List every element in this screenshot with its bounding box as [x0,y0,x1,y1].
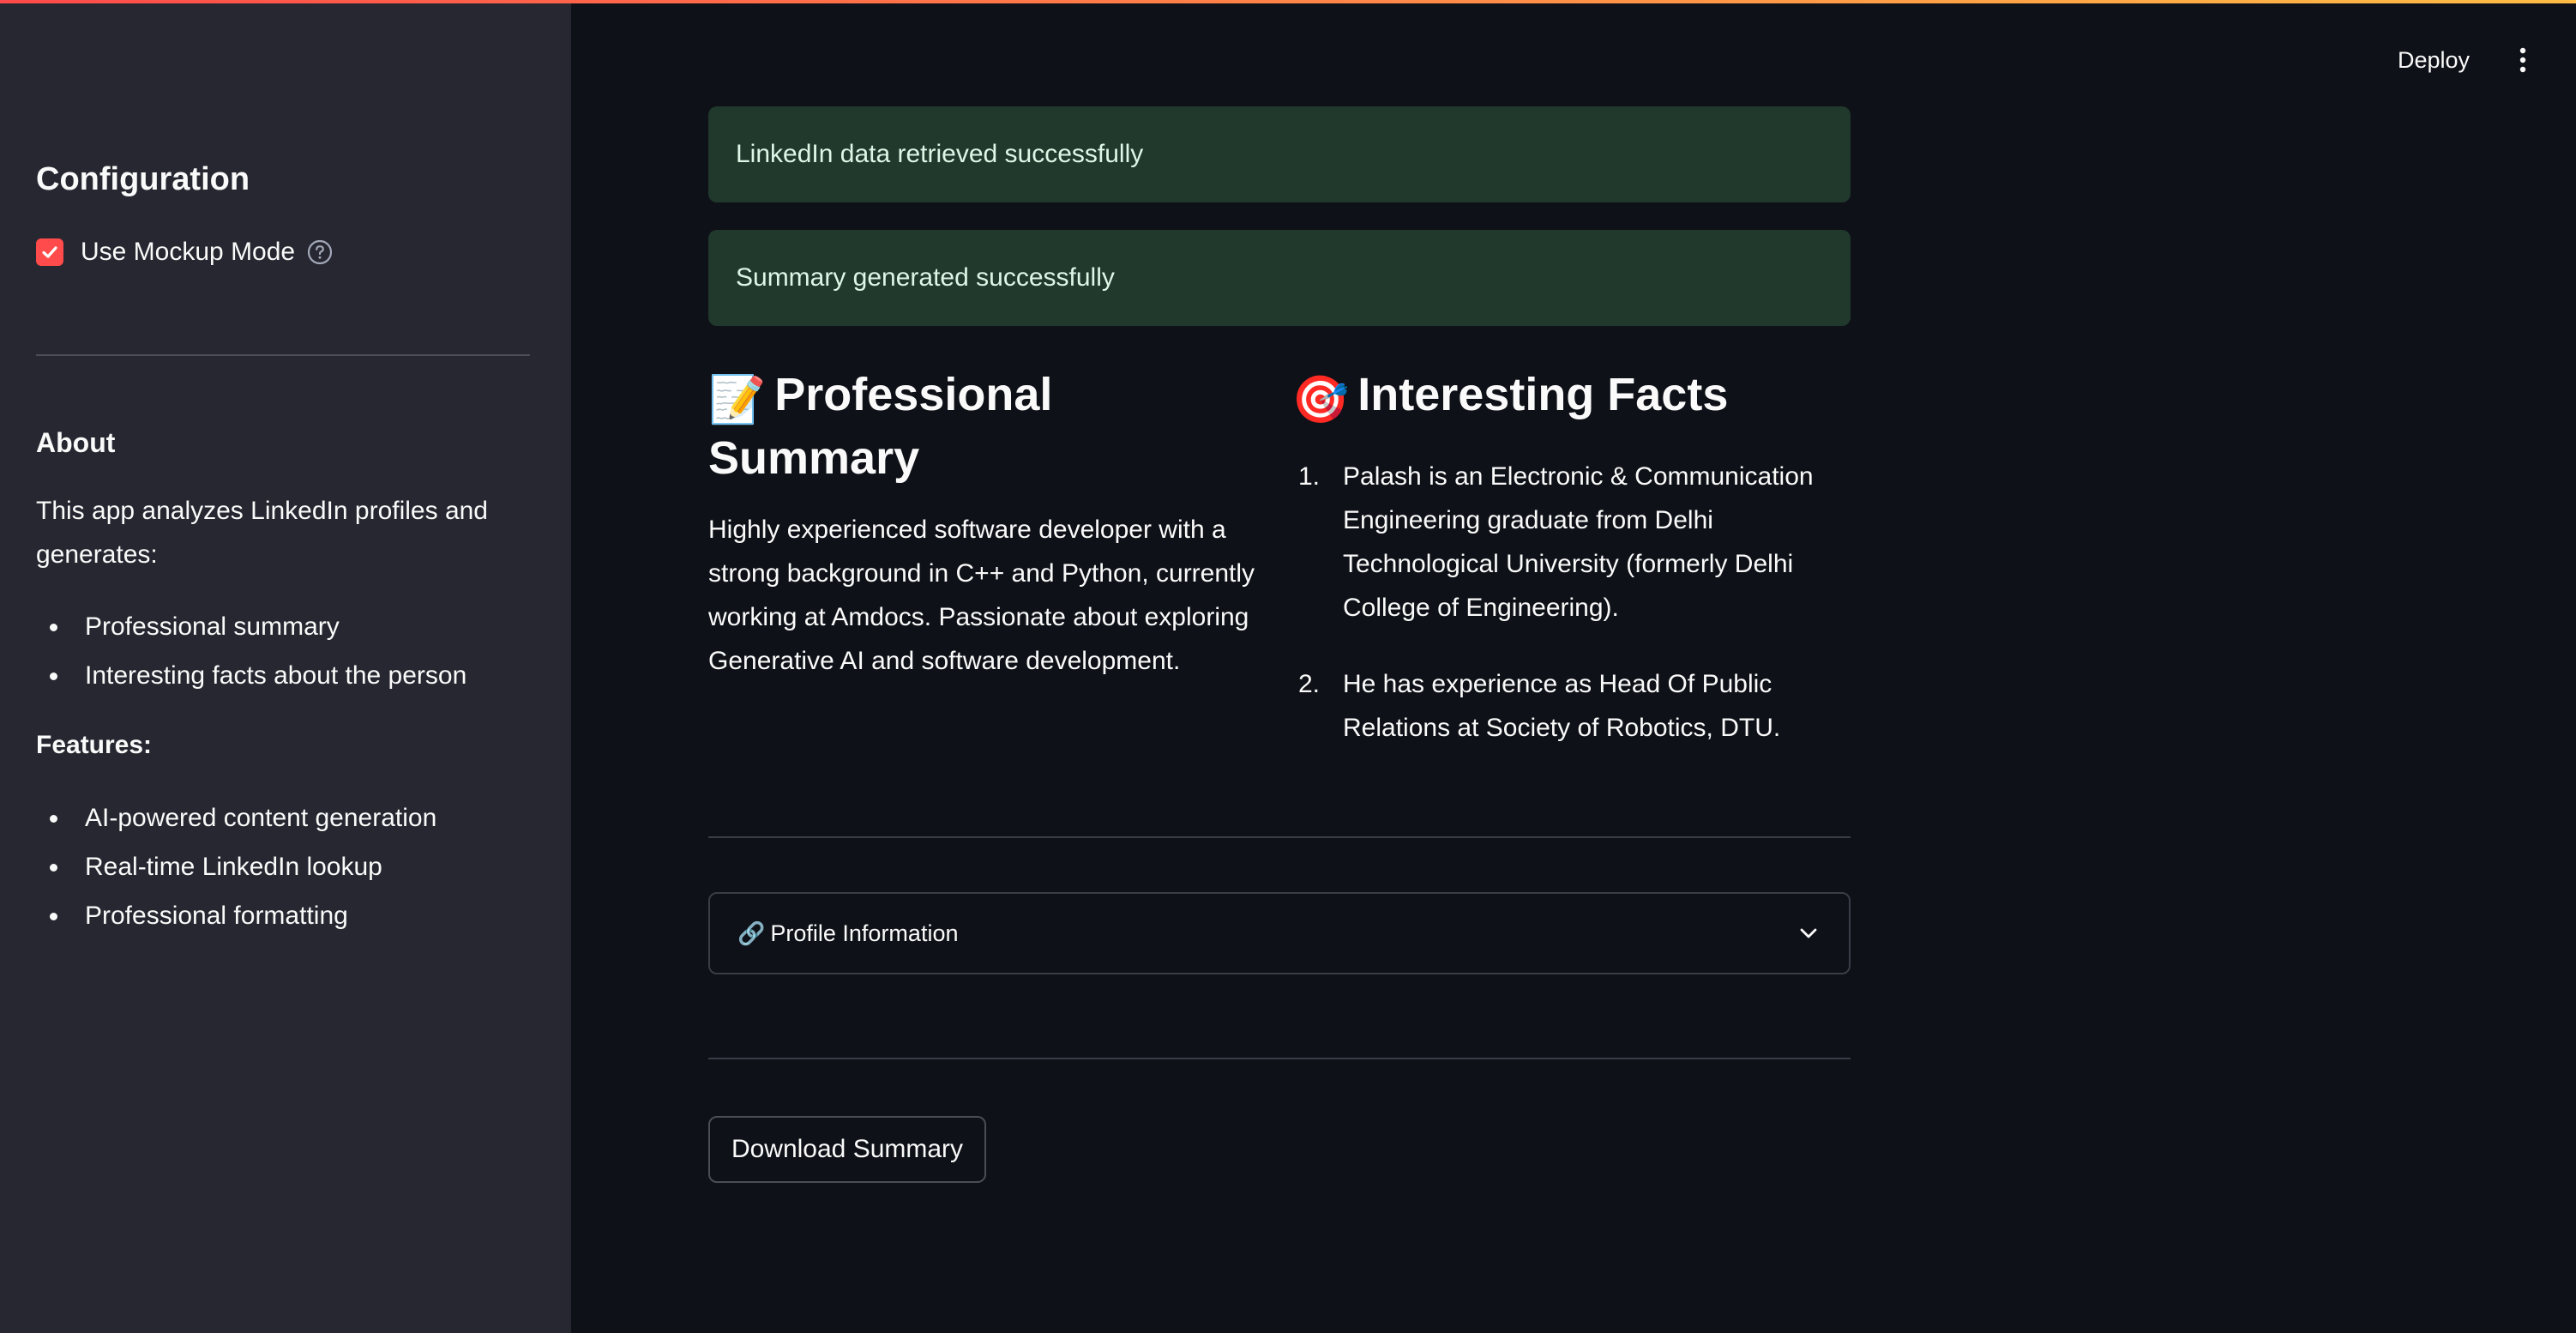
about-list: Professional summary Interesting facts a… [36,602,466,700]
list-item: Professional formatting [36,891,436,940]
profile-info-expander[interactable]: 🔗 Profile Information [708,892,1851,974]
mockup-mode-checkbox[interactable]: Use Mockup Mode [36,237,333,268]
checkbox-checked-icon[interactable] [36,238,63,266]
features-list: AI-powered content generation Real-time … [36,793,436,940]
chevron-down-icon[interactable] [1796,920,1821,946]
about-description: This app analyzes LinkedIn profiles and … [36,497,488,569]
list-item: 1. Palash is an Electronic & Communicatio… [1298,462,1814,622]
deploy-button[interactable]: Deploy [2384,41,2483,79]
sidebar-divider [36,354,530,356]
main-content: LinkedIn data retrieved successfully Sum… [708,0,1851,1333]
download-summary-button[interactable]: Download Summary [708,1116,986,1183]
header-accent-bar [0,0,2576,3]
more-options-icon[interactable] [2504,41,2542,79]
features-title: Features: [36,731,153,759]
divider [708,1058,1851,1059]
success-alert: Summary generated successfully [708,230,1851,326]
list-item: Real-time LinkedIn lookup [36,842,436,891]
list-item: Interesting facts about the person [36,651,466,700]
link-icon: 🔗 [737,920,766,946]
facts-title: Interesting Facts [1357,369,1729,420]
summary-text: Highly experienced software developer wi… [708,516,1255,675]
list-item: AI-powered content generation [36,793,436,842]
success-alert: LinkedIn data retrieved successfully [708,106,1851,202]
sidebar-title: Configuration [36,161,250,197]
help-icon[interactable] [307,239,333,265]
mockup-mode-label[interactable]: Use Mockup Mode [81,238,295,267]
header-actions: Deploy [2384,41,2542,79]
expander-label[interactable]: Profile Information [770,920,958,947]
summary-heading: 📝 Professional Summary [708,365,1240,487]
list-item: 2. He has experience as Head Of Public Re… [1298,670,1781,742]
list-item: Professional summary [36,602,466,651]
target-icon: 🎯 [1291,374,1350,425]
about-title: About [36,427,116,458]
facts-list: 1. Palash is an Electronic & Communicatio… [1291,455,1840,782]
facts-heading: 🎯 Interesting Facts [1291,365,1851,429]
divider [708,836,1851,838]
sidebar: Configuration Use Mockup Mode About This… [0,0,571,1333]
memo-icon: 📝 [708,374,767,425]
